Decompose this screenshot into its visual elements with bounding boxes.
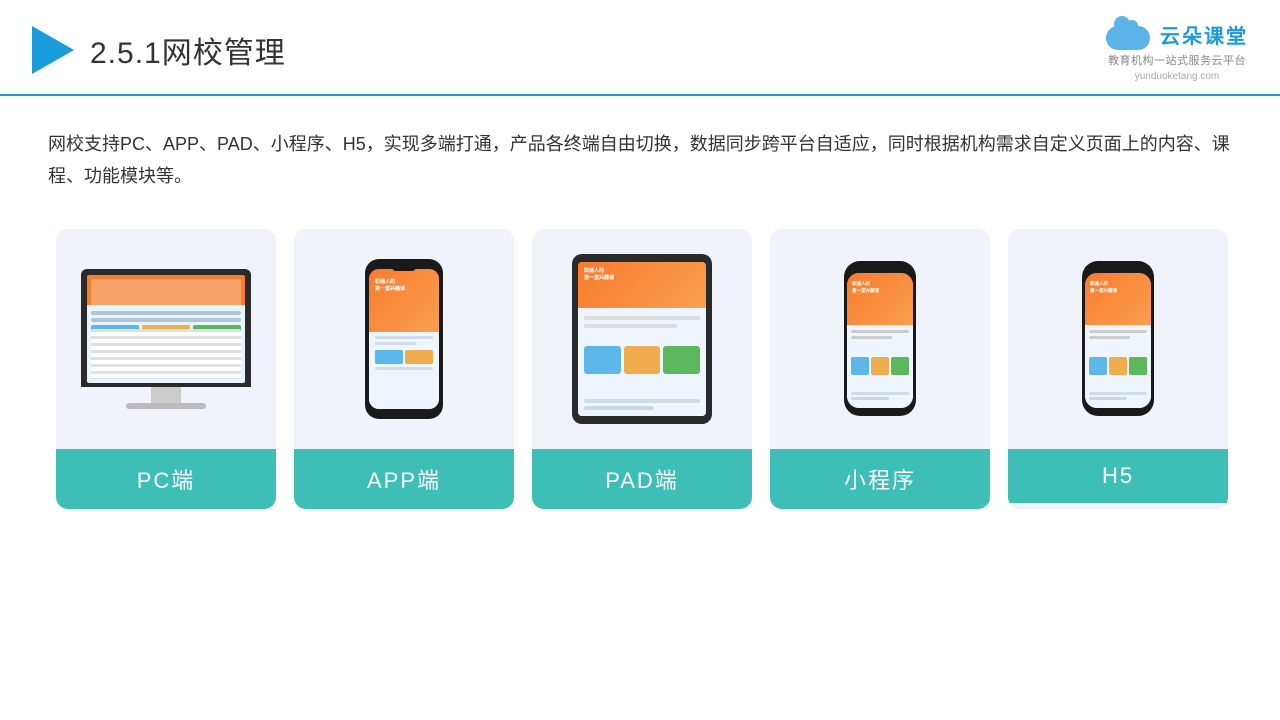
logo-area: 云朵课堂 教育机构一站式服务云平台 yunduoketang.com — [1106, 18, 1248, 82]
device-cards: PC端 职通人的第一堂兴趣课 — [48, 229, 1232, 509]
logo-cloud: 云朵课堂 — [1106, 18, 1248, 50]
card-h5-image: 职通人的第一堂兴趣课 — [1008, 229, 1228, 449]
page-header: 2.5.1网校管理 云朵课堂 教育机构一站式服务云平台 yunduoketang… — [0, 0, 1280, 96]
play-icon — [32, 26, 74, 74]
card-pad-image: 职通人的第一堂兴趣课 — [532, 229, 752, 449]
description-text: 网校支持PC、APP、PAD、小程序、H5，实现多端打通，产品各终端自由切换，数… — [48, 128, 1232, 193]
phone-mockup: 职通人的第一堂兴趣课 — [365, 259, 443, 419]
card-pad: 职通人的第一堂兴趣课 — [532, 229, 752, 509]
logo-tagline: 教育机构一站式服务云平台 — [1108, 52, 1246, 68]
card-miniprogram-label: 小程序 — [770, 449, 990, 509]
card-h5-label: H5 — [1008, 449, 1228, 503]
header-left: 2.5.1网校管理 — [32, 26, 286, 74]
tablet-mockup: 职通人的第一堂兴趣课 — [572, 254, 712, 424]
main-content: 网校支持PC、APP、PAD、小程序、H5，实现多端打通，产品各终端自由切换，数… — [0, 96, 1280, 529]
card-miniprogram: 职通人的第一堂兴趣课 — [770, 229, 990, 509]
pc-mockup — [76, 269, 256, 409]
card-pad-label: PAD端 — [532, 449, 752, 509]
page-title: 2.5.1网校管理 — [90, 28, 286, 72]
card-pc-label: PC端 — [56, 449, 276, 509]
card-h5: 职通人的第一堂兴趣课 — [1008, 229, 1228, 509]
card-app: 职通人的第一堂兴趣课 APP端 — [294, 229, 514, 509]
logo-url: yunduoketang.com — [1135, 71, 1220, 82]
h5-phone-mockup: 职通人的第一堂兴趣课 — [1082, 261, 1154, 416]
cloud-icon — [1106, 18, 1154, 50]
card-pc: PC端 — [56, 229, 276, 509]
card-app-label: APP端 — [294, 449, 514, 509]
card-pc-image — [56, 229, 276, 449]
card-app-image: 职通人的第一堂兴趣课 — [294, 229, 514, 449]
card-miniprogram-image: 职通人的第一堂兴趣课 — [770, 229, 990, 449]
mini-phone-mockup: 职通人的第一堂兴趣课 — [844, 261, 916, 416]
brand-name: 云朵课堂 — [1160, 20, 1248, 49]
